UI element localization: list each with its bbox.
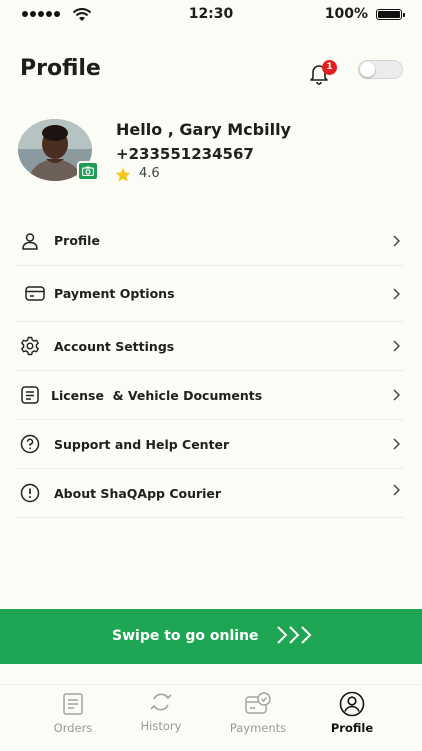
menu-item-label: Account Settings	[54, 338, 175, 354]
user-rating: 4.6	[139, 166, 160, 181]
tab-label: Orders	[53, 721, 93, 735]
menu-item-profile[interactable]: Profile	[16, 216, 404, 266]
gear-icon	[19, 335, 41, 357]
tab-label: Profile	[330, 721, 374, 735]
camera-icon[interactable]	[77, 161, 99, 181]
triple-chevron-right-icon	[277, 626, 312, 644]
status-bar: 12:30 100%	[0, 0, 422, 30]
tab-orders[interactable]: Orders	[33, 691, 113, 735]
profile-menu: Profile Payment Options Account Settings…	[16, 216, 404, 518]
person-icon	[19, 230, 41, 252]
menu-item-label: Support and Help Center	[54, 436, 230, 452]
history-icon	[121, 689, 201, 715]
menu-item-label: Profile	[54, 233, 100, 248]
swipe-label: Swipe to go online	[112, 628, 259, 644]
tab-profile[interactable]: Profile	[312, 691, 392, 735]
card-icon	[24, 283, 46, 305]
tab-payments[interactable]: Payments	[218, 691, 298, 735]
payments-icon	[218, 691, 298, 717]
tab-label: Payments	[229, 721, 287, 735]
chevron-right-icon	[393, 234, 400, 247]
online-toggle[interactable]	[358, 60, 403, 79]
user-greeting: Hello , Gary Mcbilly	[116, 120, 291, 139]
toggle-knob	[360, 62, 375, 77]
notification-badge: 1	[322, 60, 337, 75]
menu-item-account-settings[interactable]: Account Settings	[16, 322, 404, 371]
menu-item-label: About ShaQApp Courier	[54, 485, 222, 501]
menu-item-payment-options[interactable]: Payment Options	[16, 266, 404, 322]
tab-history[interactable]: History	[121, 689, 201, 733]
orders-icon	[33, 691, 113, 717]
tab-label: History	[140, 719, 182, 733]
star-icon	[115, 167, 131, 182]
help-icon	[19, 433, 41, 455]
profile-icon	[312, 691, 392, 717]
user-phone: +233551234567	[116, 145, 254, 163]
document-icon	[19, 384, 41, 406]
chevron-right-icon	[393, 389, 400, 401]
bottom-tab-bar: Orders History Payments Profile	[0, 684, 422, 751]
menu-item-label: License & Vehicle Documents	[51, 387, 263, 403]
battery-percent: 100%	[324, 6, 368, 22]
chevron-right-icon	[393, 287, 400, 300]
chevron-right-icon	[393, 484, 400, 496]
chevron-right-icon	[393, 438, 400, 450]
page-title: Profile	[20, 56, 101, 81]
menu-item-about[interactable]: About ShaQApp Courier	[16, 469, 404, 518]
battery-icon	[376, 9, 405, 20]
menu-item-label: Payment Options	[54, 286, 175, 301]
menu-item-support[interactable]: Support and Help Center	[16, 420, 404, 469]
menu-item-documents[interactable]: License & Vehicle Documents	[16, 371, 404, 420]
info-icon	[19, 482, 41, 504]
swipe-online-slider[interactable]: Swipe to go online	[0, 609, 422, 664]
chevron-right-icon	[393, 340, 400, 352]
